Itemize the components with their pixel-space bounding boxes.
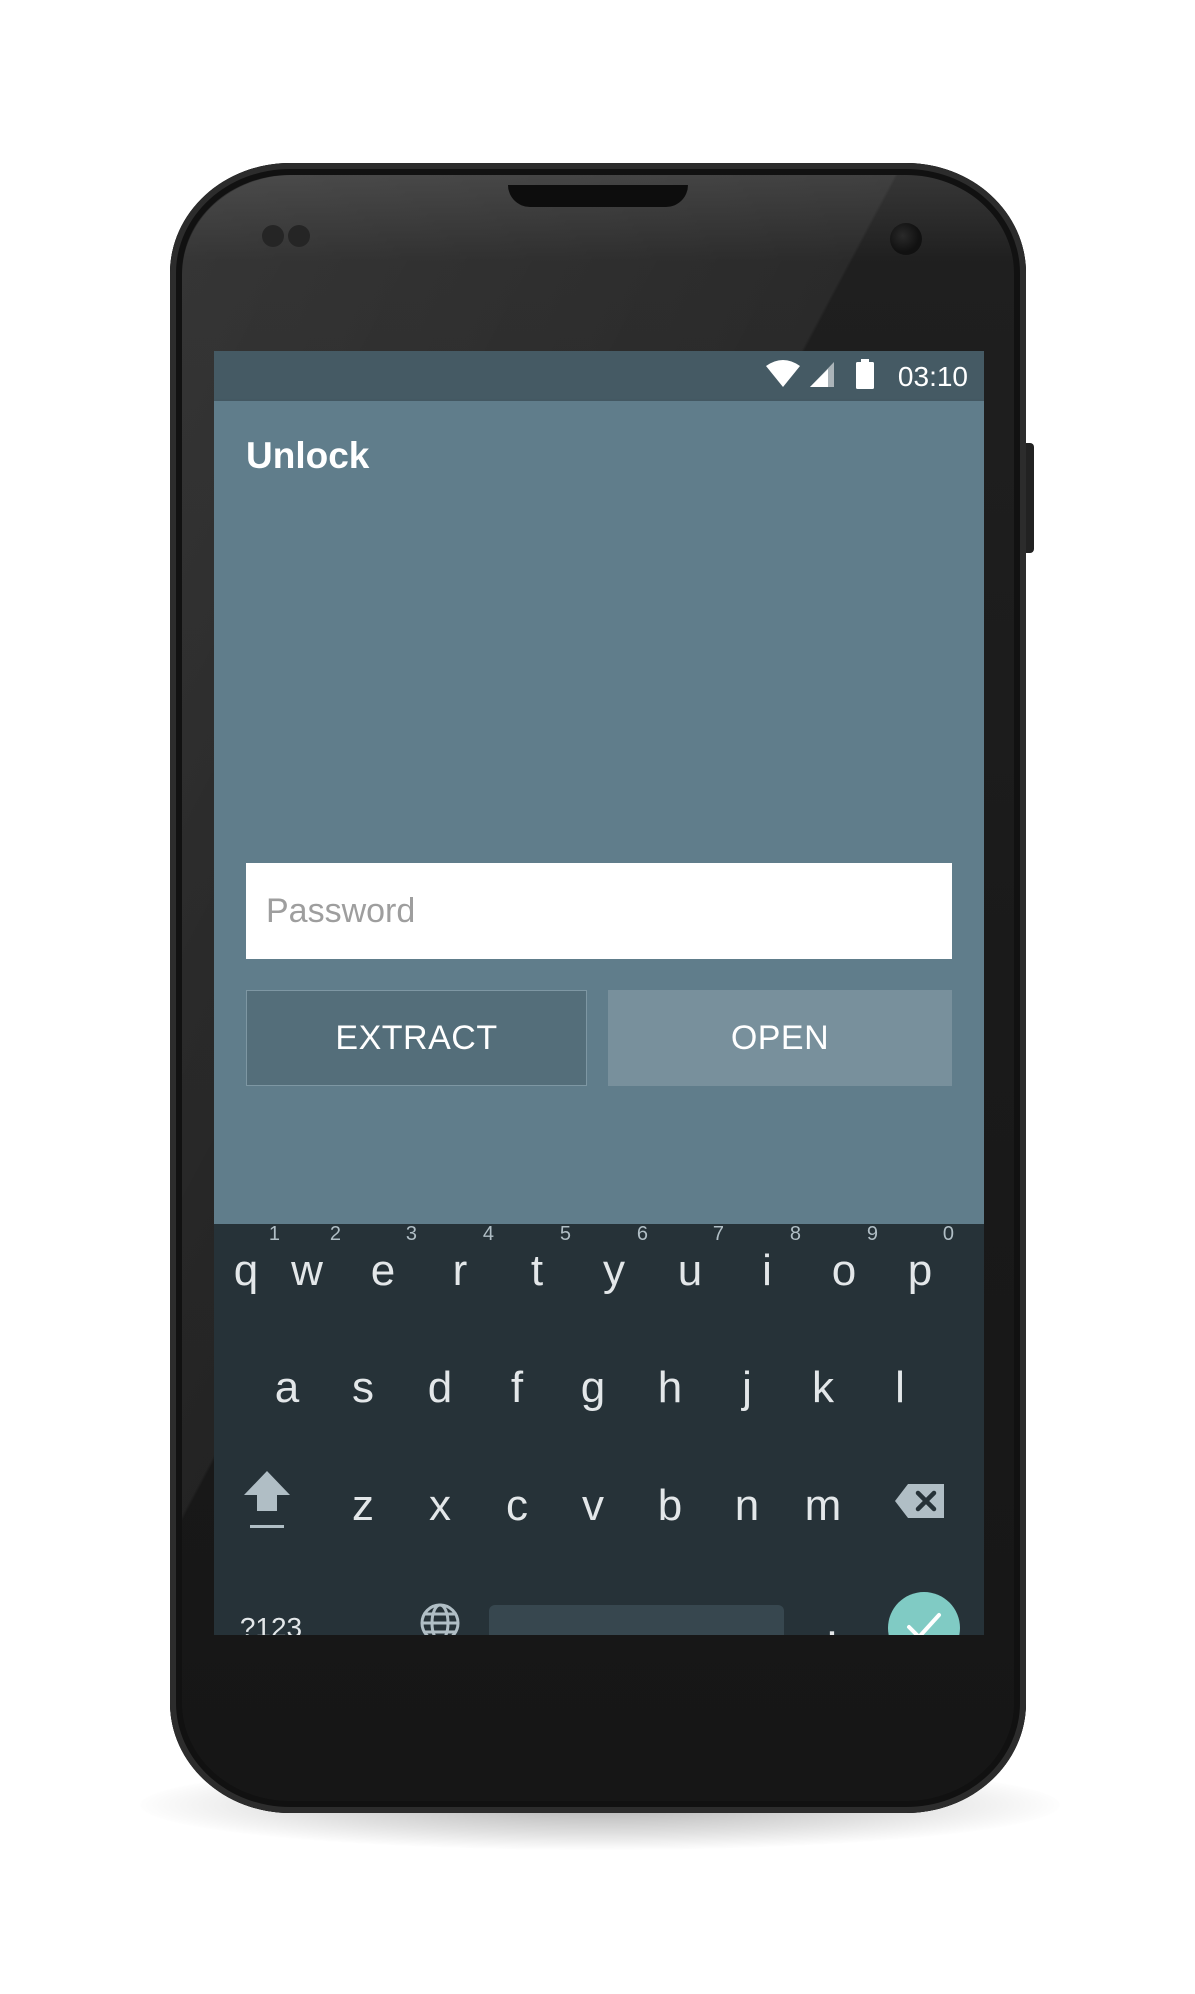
key-j[interactable]: j <box>709 1338 785 1438</box>
key-o[interactable]: o9 <box>806 1221 882 1321</box>
status-icons <box>766 358 874 394</box>
key-u[interactable]: u7 <box>652 1221 728 1321</box>
key-z[interactable]: z <box>325 1456 401 1556</box>
password-input[interactable] <box>246 863 952 959</box>
key-w[interactable]: w2 <box>269 1221 345 1321</box>
enter-key[interactable] <box>888 1592 960 1635</box>
phone-device: 03:10 Unlock EXTRACT OPEN q1 w2 e3 r4 t5… <box>170 163 1034 1813</box>
status-bar: 03:10 <box>214 351 984 401</box>
key-r[interactable]: r4 <box>422 1221 498 1321</box>
backspace-key[interactable] <box>882 1456 958 1556</box>
key-d[interactable]: d <box>402 1338 478 1438</box>
globe-icon <box>419 1602 461 1635</box>
front-camera <box>890 223 922 255</box>
cell-signal-icon <box>808 360 836 393</box>
spacebar[interactable] <box>489 1605 784 1635</box>
period-key[interactable]: . <box>794 1572 870 1635</box>
status-time: 03:10 <box>897 361 968 392</box>
key-c[interactable]: c <box>479 1456 555 1556</box>
key-s[interactable]: s <box>325 1338 401 1438</box>
key-k[interactable]: k <box>785 1338 861 1438</box>
key-b[interactable]: b <box>632 1456 708 1556</box>
key-l[interactable]: l <box>862 1338 938 1438</box>
toolbar-title: Unlock <box>246 435 370 476</box>
battery-icon <box>856 358 874 394</box>
key-p[interactable]: p0 <box>882 1221 958 1321</box>
key-hint: 6 <box>636 1223 648 1245</box>
checkmark-icon <box>905 1611 943 1635</box>
key-e[interactable]: e3 <box>345 1221 421 1321</box>
soft-keyboard: q1 w2 e3 r4 t5 y6 u7 i8 o9 p0 a s d f g … <box>214 1221 984 1635</box>
proximity-sensor <box>262 225 284 247</box>
key-hint: 8 <box>789 1223 801 1245</box>
light-sensor <box>288 225 310 247</box>
key-hint: 5 <box>559 1223 571 1245</box>
backspace-icon <box>894 1481 946 1531</box>
key-m[interactable]: m <box>785 1456 861 1556</box>
earpiece-speaker <box>508 185 688 207</box>
key-v[interactable]: v <box>555 1456 631 1556</box>
key-y[interactable]: y6 <box>576 1221 652 1321</box>
app-toolbar: Unlock <box>214 401 984 513</box>
key-n[interactable]: n <box>709 1456 785 1556</box>
key-hint: 9 <box>866 1223 878 1245</box>
language-key[interactable] <box>402 1578 478 1635</box>
key-hint: 0 <box>942 1223 954 1245</box>
key-hint: 7 <box>712 1223 724 1245</box>
key-a[interactable]: a <box>249 1338 325 1438</box>
key-hint: 3 <box>405 1223 417 1245</box>
key-x[interactable]: x <box>402 1456 478 1556</box>
key-i[interactable]: i8 <box>729 1221 805 1321</box>
wifi-icon <box>766 359 800 393</box>
key-t[interactable]: t5 <box>499 1221 575 1321</box>
power-button <box>1026 443 1034 553</box>
shift-icon <box>242 1469 292 1544</box>
key-hint: 2 <box>329 1223 341 1245</box>
key-f[interactable]: f <box>479 1338 555 1438</box>
open-button[interactable]: OPEN <box>608 990 952 1086</box>
shift-key[interactable] <box>229 1456 305 1556</box>
comma-key[interactable]: , <box>325 1578 401 1635</box>
key-h[interactable]: h <box>632 1338 708 1438</box>
screen: 03:10 Unlock EXTRACT OPEN q1 w2 e3 r4 t5… <box>214 351 984 1635</box>
extract-button[interactable]: EXTRACT <box>246 990 587 1086</box>
symbols-key[interactable]: ?123 <box>226 1578 316 1635</box>
key-hint: 4 <box>482 1223 494 1245</box>
key-g[interactable]: g <box>555 1338 631 1438</box>
